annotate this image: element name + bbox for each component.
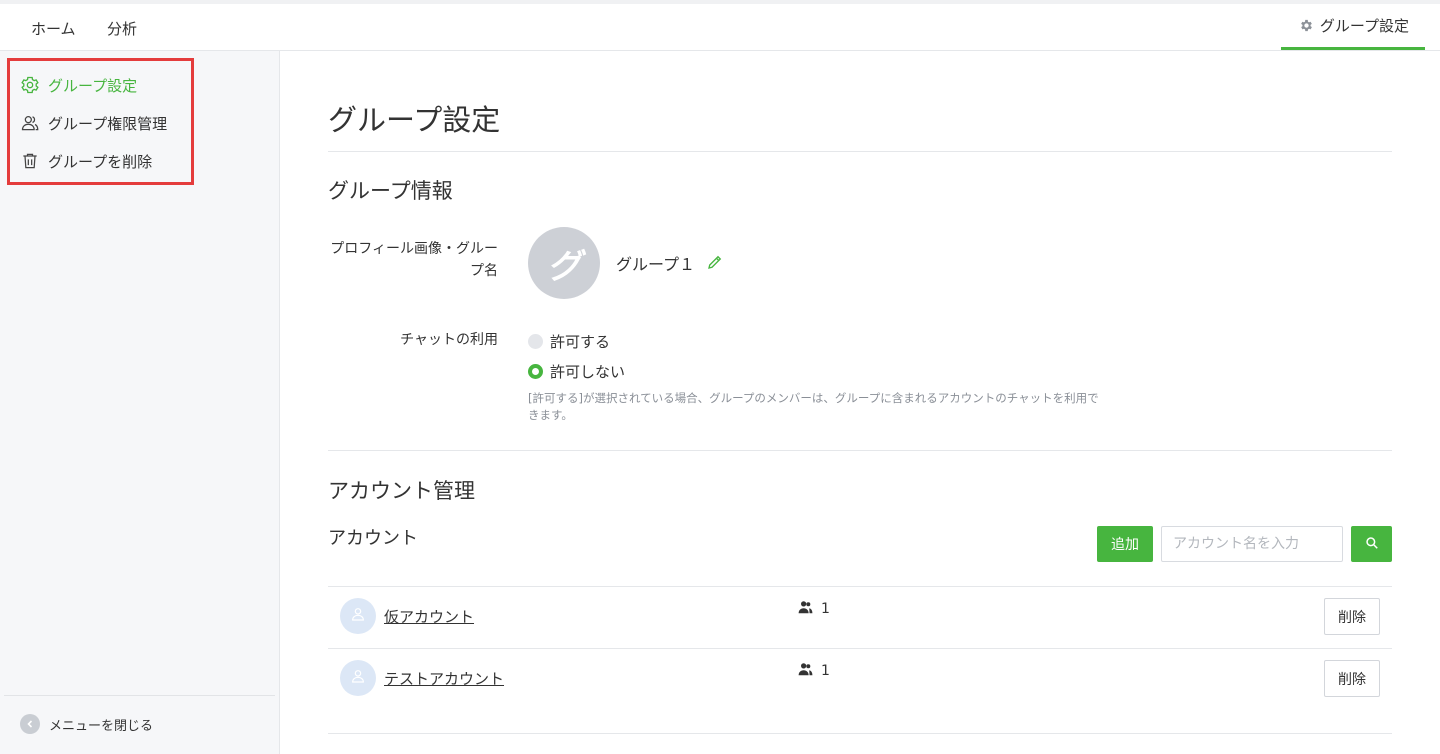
users-icon (798, 600, 813, 618)
member-count-value: 1 (821, 663, 830, 679)
table-row: テストアカウント 1 削除 (328, 648, 1392, 710)
user-icon (350, 668, 366, 688)
account-name-link[interactable]: テストアカウント (384, 668, 504, 689)
section-heading-account-mgmt: アカウント管理 (328, 479, 475, 503)
users-icon (798, 662, 813, 680)
divider (328, 151, 1392, 152)
sidebar-item-label: グループ設定 (48, 76, 138, 95)
search-icon (1365, 536, 1379, 553)
close-menu-label: メニューを閉じる (49, 718, 154, 734)
member-count: 1 (798, 662, 830, 680)
sidebar-item-label: グループ権限管理 (48, 114, 168, 133)
chevron-left-icon (20, 714, 40, 734)
account-avatar (340, 660, 376, 696)
radio-allow[interactable]: 許可する (528, 331, 610, 352)
sidebar-divider (4, 695, 275, 696)
nav-tab-group-settings[interactable]: グループ設定 (1280, 4, 1425, 50)
top-nav-bar: ホーム 分析 グループ設定 (0, 0, 1440, 51)
gear-icon (20, 75, 40, 95)
close-menu-button[interactable]: メニューを閉じる (20, 714, 153, 734)
trash-icon (20, 151, 40, 171)
sidebar-item-delete-group[interactable]: グループを削除 (20, 149, 152, 173)
delete-button[interactable]: 削除 (1324, 660, 1380, 697)
search-button[interactable] (1351, 526, 1392, 562)
nav-tab-group-settings-label: グループ設定 (1319, 16, 1409, 35)
account-search-input[interactable] (1161, 526, 1343, 562)
table-row: 仮アカウント 1 削除 (328, 586, 1392, 648)
gear-icon (1299, 18, 1314, 33)
group-name: グループ１ (616, 255, 696, 274)
sidebar-item-group-permissions[interactable]: グループ権限管理 (20, 111, 167, 135)
radio-allow-label: 許可する (550, 333, 611, 351)
nav-tab-home[interactable]: ホーム (17, 8, 90, 50)
chat-usage-hint: [許可する]が選択されている場合、グループのメンバーは、グループに含まれるアカウ… (528, 391, 1099, 422)
account-name-link[interactable]: 仮アカウント (384, 606, 474, 627)
radio-deny[interactable]: 許可しない (528, 361, 625, 382)
delete-button[interactable]: 削除 (1324, 598, 1380, 635)
sidebar: グループ設定 グループ権限管理 グループを削除 メニューを閉じる (0, 51, 280, 754)
radio-deny-label: 許可しない (550, 363, 626, 381)
account-subheading: アカウント (328, 528, 418, 549)
radio-circle-selected (528, 364, 543, 379)
radio-circle (528, 334, 543, 349)
section-heading-group-info: グループ情報 (328, 179, 453, 203)
account-avatar (340, 598, 376, 634)
divider (328, 450, 1392, 451)
nav-tab-analysis[interactable]: 分析 (93, 8, 151, 50)
profile-label: プロフィール画像・グループ名 (330, 241, 498, 279)
chat-usage-label: チャットの利用 (400, 332, 498, 348)
member-count-value: 1 (821, 601, 830, 617)
user-icon (350, 606, 366, 626)
divider (328, 733, 1392, 734)
users-icon (20, 113, 40, 133)
sidebar-item-group-settings[interactable]: グループ設定 (20, 73, 137, 97)
member-count: 1 (798, 600, 830, 618)
main-content: グループ設定 グループ情報 プロフィール画像・グループ名 グ グループ１ チャッ… (328, 51, 1392, 754)
pencil-icon[interactable] (706, 253, 724, 271)
sidebar-item-label: グループを削除 (48, 152, 153, 171)
page-title: グループ設定 (328, 103, 501, 137)
add-account-button[interactable]: 追加 (1097, 526, 1153, 562)
group-avatar[interactable]: グ (528, 227, 600, 299)
